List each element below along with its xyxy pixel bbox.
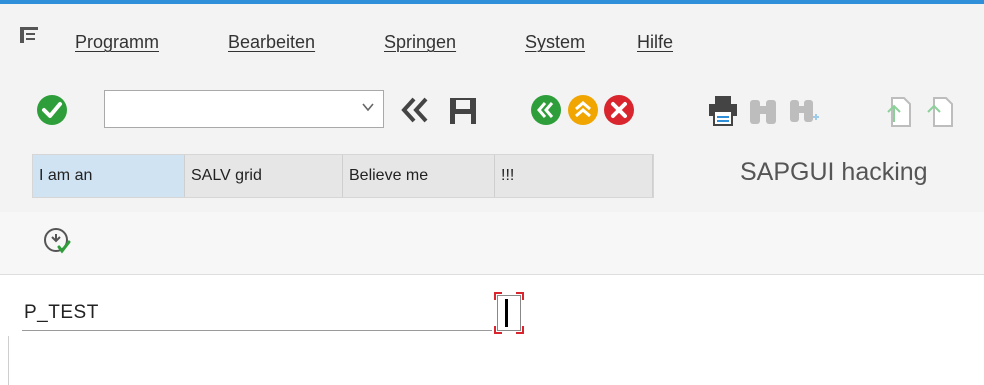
find-next-icon[interactable] [787, 96, 821, 126]
print-icon[interactable] [706, 94, 740, 128]
field-label-p-test: P_TEST [24, 302, 99, 323]
menu-springen[interactable]: Springen [384, 32, 456, 53]
grid-cell[interactable]: I am an [33, 155, 185, 197]
field-underline [22, 330, 492, 331]
dropdown-arrow-icon[interactable] [361, 100, 375, 114]
p-test-input[interactable] [497, 295, 521, 331]
menu-system[interactable]: System [525, 32, 585, 53]
menu-icon[interactable] [19, 26, 39, 44]
find-icon[interactable] [747, 96, 779, 126]
command-field-input[interactable] [109, 91, 353, 127]
back-double-arrow-icon[interactable] [398, 96, 432, 124]
command-field[interactable] [104, 90, 384, 128]
execute-icon[interactable] [42, 226, 72, 256]
grid-cell[interactable]: Believe me [343, 155, 495, 197]
first-page-icon[interactable] [882, 94, 918, 128]
grid-cell[interactable]: SALV grid [185, 155, 343, 197]
screen-title: SAPGUI hacking [740, 158, 928, 186]
menu-bearbeiten[interactable]: Bearbeiten [228, 32, 315, 53]
text-caret [505, 299, 508, 327]
save-icon[interactable] [448, 96, 478, 126]
left-border [8, 336, 9, 385]
menu-hilfe[interactable]: Hilfe [637, 32, 673, 53]
previous-page-icon[interactable] [922, 94, 962, 128]
application-toolbar [0, 212, 984, 275]
exit-icon[interactable] [567, 94, 599, 126]
header-grid: I am an SALV grid Believe me !!! [32, 154, 654, 198]
grid-cell[interactable]: !!! [495, 155, 653, 197]
back-icon[interactable] [530, 94, 562, 126]
cancel-icon[interactable] [603, 94, 635, 126]
p-test-input-wrapper [494, 292, 524, 334]
menubar: Programm Bearbeiten Springen System Hilf… [0, 4, 984, 74]
menu-programm[interactable]: Programm [75, 32, 159, 53]
enter-icon[interactable] [36, 94, 68, 126]
